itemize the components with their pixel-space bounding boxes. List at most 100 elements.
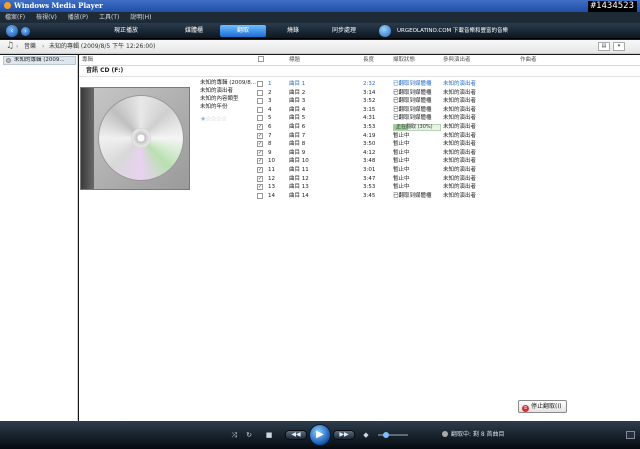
next-icon[interactable]: ▶▶ (333, 430, 355, 440)
track-rip-status: 已翻取到媒體櫃 (393, 89, 432, 96)
table-row[interactable]: 4 曲目 4 3:15 已翻取到媒體櫃 未知的演出者 (257, 106, 640, 114)
back-icon[interactable]: ‹ (6, 25, 18, 37)
track-number: 1 (268, 81, 272, 87)
track-title: 曲目 7 (289, 132, 306, 139)
menu-help[interactable]: 說明(H) (130, 12, 151, 23)
track-checkbox[interactable]: ✓ (257, 184, 263, 191)
column-header-composer[interactable]: 作曲者 (520, 55, 537, 65)
track-length: 3:45 (363, 192, 376, 199)
track-title: 曲目 11 (289, 167, 309, 173)
table-row[interactable]: 3 曲目 3 3:52 已翻取到媒體櫃 未知的演出者 (257, 97, 640, 105)
cd-disc-icon (6, 58, 11, 63)
tab-library[interactable]: 媒體櫃 (170, 25, 218, 37)
menu-file[interactable]: 檔案(F) (5, 12, 25, 23)
switch-to-compact-mode-icon[interactable] (626, 431, 635, 439)
stop-rip-label: 停止翻取(I) (531, 403, 562, 410)
track-title: 曲目 3 (289, 98, 306, 105)
track-checkbox[interactable] (257, 81, 263, 87)
table-row[interactable]: ✓ 8 曲目 8 3:50 暫止中 未知的演出者 (257, 140, 640, 148)
album-artist[interactable]: 未知的演出者 (200, 88, 233, 95)
nav-item-unknown-album[interactable]: 未知的專輯 (2009... (3, 56, 76, 65)
table-row[interactable]: ✓ 13 曲目 13 3:53 暫止中 未知的演出者 (257, 183, 640, 191)
track-checkbox[interactable] (257, 115, 263, 122)
track-checkbox[interactable] (257, 192, 263, 199)
table-row[interactable]: 2 曲目 2 3:14 已翻取到媒體櫃 未知的演出者 (257, 89, 640, 97)
volume-slider-knob[interactable] (382, 432, 389, 438)
album-genre[interactable]: 未知的內容類型 (200, 96, 239, 103)
track-checkbox[interactable]: ✓ (257, 158, 263, 165)
track-checkbox[interactable] (257, 98, 263, 105)
track-artist: 未知的演出者 (443, 89, 477, 96)
nav-item-label: 未知的專輯 (2009... (14, 57, 65, 63)
title-bar: Windows Media Player (0, 0, 640, 12)
track-checkbox[interactable]: ✓ (257, 149, 263, 156)
track-rip-status: 暫止中 (393, 175, 410, 182)
cd-divider (79, 76, 640, 77)
table-row[interactable]: ✓ 9 曲目 9 4:12 暫止中 未知的演出者 (257, 149, 640, 157)
track-checkbox[interactable]: ✓ (257, 141, 263, 148)
track-artist: 未知的演出者 (443, 98, 477, 105)
track-rip-status: 已翻取到媒體櫃 (393, 81, 432, 87)
stop-rip-button[interactable]: ⦸ 停止翻取(I) (518, 400, 568, 413)
table-row[interactable]: 5 曲目 5 4:31 已翻取到媒體櫃 未知的演出者 (257, 114, 640, 122)
table-row[interactable]: ✓ 11 曲目 11 3:01 暫止中 未知的演出者 (257, 166, 640, 174)
shuffle-icon[interactable]: ⤨ (229, 430, 239, 440)
menu-bar: 檔案(F) 檢視(V) 播放(P) 工具(T) 說明(H) (0, 12, 640, 23)
album-art[interactable] (80, 87, 190, 190)
track-checkbox[interactable]: ✓ (257, 175, 263, 182)
table-row[interactable]: 14 曲目 14 3:45 已翻取到媒體櫃 未知的演出者 (257, 192, 640, 200)
tab-rip[interactable]: 翻取 (220, 25, 266, 37)
track-length: 2:32 (363, 81, 376, 87)
menu-view[interactable]: 檢視(V) (36, 12, 57, 23)
track-number: 2 (268, 89, 272, 96)
breadcrumb-music[interactable]: 音樂 (24, 40, 36, 54)
track-number: 11 (268, 167, 275, 173)
column-header-artist[interactable]: 參與演出者 (443, 55, 471, 65)
column-header-album[interactable]: 專輯 (82, 55, 93, 65)
track-length: 3:53 (363, 184, 376, 191)
play-icon[interactable]: ▶ (309, 424, 331, 446)
mute-icon[interactable]: ◆ (361, 430, 371, 440)
stop-playback-icon[interactable]: ■ (264, 430, 274, 440)
album-rating[interactable]: ★☆☆☆☆ (200, 115, 227, 123)
track-checkbox[interactable] (257, 106, 263, 113)
track-title: 曲目 9 (289, 149, 306, 156)
table-row[interactable]: ✓ 7 曲目 7 4:19 暫止中 未知的演出者 (257, 132, 640, 140)
table-row[interactable]: ✓ 6 曲目 6 3:53 正在翻取 (30%) 未知的演出者 (257, 123, 640, 131)
table-row[interactable]: ✓ 12 曲目 12 3:47 暫止中 未知的演出者 (257, 175, 640, 183)
repeat-icon[interactable]: ↻ (244, 430, 254, 440)
track-checkbox[interactable]: ✓ (257, 124, 263, 130)
track-checkbox[interactable] (257, 89, 263, 96)
track-length: 3:01 (363, 167, 376, 173)
forward-icon[interactable]: › (21, 27, 30, 36)
track-artist: 未知的演出者 (443, 106, 477, 113)
column-header-title[interactable]: 標題 (289, 55, 300, 65)
previous-icon[interactable]: ◀◀ (285, 430, 307, 440)
track-number: 5 (268, 115, 272, 122)
album-name[interactable]: 未知的專輯 (2009/8... (200, 80, 256, 87)
track-checkbox[interactable]: ✓ (257, 167, 263, 173)
tab-now-playing[interactable]: 現正播放 (102, 25, 150, 37)
tab-burn[interactable]: 燒錄 (272, 25, 314, 37)
star-icon[interactable]: ☆ (221, 115, 227, 123)
menu-play[interactable]: 播放(P) (68, 12, 88, 23)
online-store-link[interactable]: URGEOLATINO.COM 下載音樂和豐富的音樂 (397, 25, 508, 37)
table-row[interactable]: 1 曲目 1 2:32 已翻取到媒體櫃 未知的演出者 (257, 80, 640, 88)
track-title: 曲目 12 (289, 175, 309, 182)
online-store-icon[interactable] (379, 25, 391, 37)
table-row[interactable]: ✓ 10 曲目 10 3:48 暫止中 未知的演出者 (257, 157, 640, 165)
track-artist: 未知的演出者 (443, 81, 477, 87)
column-header-rip-status[interactable]: 擷取狀態 (393, 55, 415, 65)
track-length: 3:53 (363, 124, 376, 130)
tab-sync[interactable]: 同步處理 (320, 25, 368, 37)
menu-tools[interactable]: 工具(T) (99, 12, 119, 23)
track-rip-status: 暫止中 (393, 167, 410, 173)
breadcrumb-album[interactable]: 未知的專輯 (2009/8/5 下午 12:26:00) (49, 40, 155, 54)
rip-status-text: 翻取中: 剩 8 首曲目 (442, 430, 505, 440)
layout-options-icon[interactable]: ▾ (613, 42, 625, 51)
album-year[interactable]: 未知的年份 (200, 104, 228, 111)
track-title: 曲目 1 (289, 81, 306, 87)
column-header-length[interactable]: 長度 (363, 55, 374, 65)
track-checkbox[interactable]: ✓ (257, 132, 263, 139)
view-options-icon[interactable]: ▤ (598, 42, 610, 51)
